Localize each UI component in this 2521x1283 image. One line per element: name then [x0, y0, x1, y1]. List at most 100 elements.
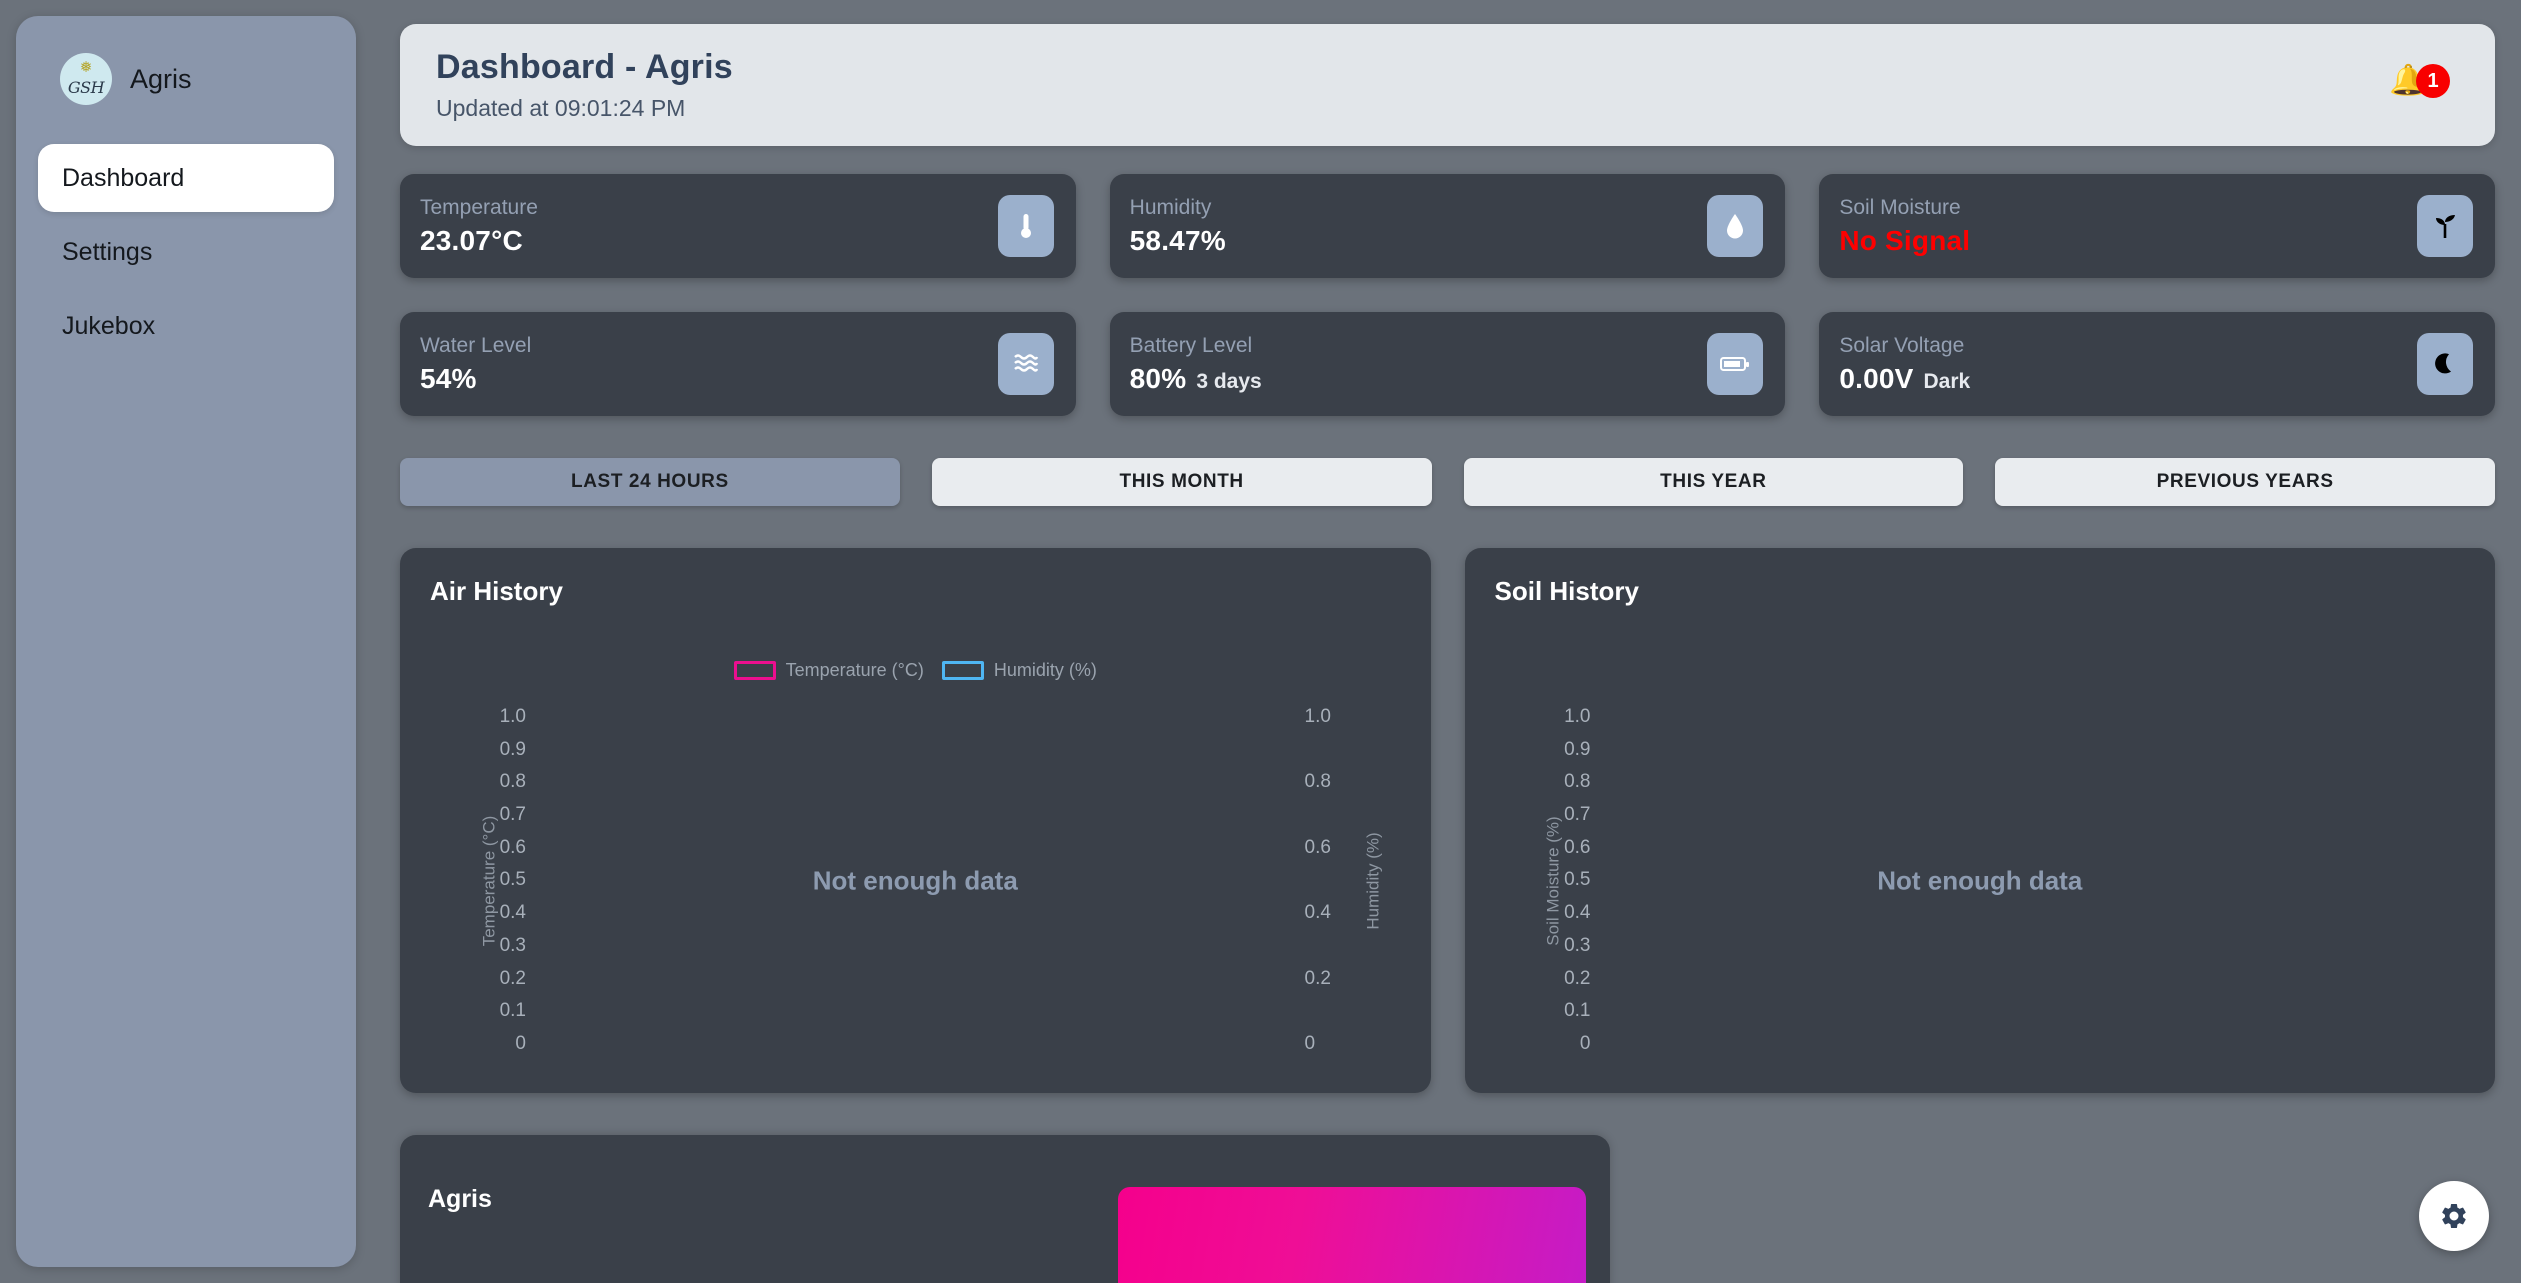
- y-tick: 1.0: [1564, 706, 1591, 727]
- tab-previous-years[interactable]: PREVIOUS YEARS: [1995, 458, 2495, 506]
- settings-fab-button[interactable]: [2419, 1181, 2489, 1251]
- time-range-tabs: LAST 24 HOURS THIS MONTH THIS YEAR PREVI…: [400, 458, 2495, 506]
- y-tick: 0.1: [1564, 1000, 1591, 1022]
- page-header: Dashboard - Agris Updated at 09:01:24 PM…: [400, 24, 2495, 146]
- y-tick: 0.4: [499, 902, 526, 924]
- chart-title: Air History: [430, 576, 563, 606]
- y2-tick: 0.2: [1304, 967, 1331, 989]
- app-root: ❅ GSH Agris Dashboard Settings Jukebox D…: [0, 0, 2521, 1283]
- brand: ❅ GSH Agris: [38, 50, 334, 108]
- soil-history-chart-card: Soil History Soil Moisture (%) 1.0 0.9 0…: [1464, 548, 2495, 1093]
- stat-card-label: Humidity: [1129, 195, 1212, 219]
- y2-tick: 1.0: [1304, 706, 1331, 727]
- sidebar-item-label: Dashboard: [62, 163, 185, 192]
- plant-sprout-icon: ❅: [79, 59, 93, 76]
- stat-card-value: 80%: [1129, 362, 1187, 394]
- stat-card-value: 54%: [420, 362, 477, 394]
- notification-badge: 1: [2416, 64, 2450, 98]
- sidebar: ❅ GSH Agris Dashboard Settings Jukebox: [16, 16, 356, 1267]
- stat-card-humidity: Humidity 58.47%: [1109, 174, 1786, 278]
- sidebar-item-jukebox[interactable]: Jukebox: [38, 292, 334, 360]
- charts-row: Air History Temperature (°C) Humidity (%…: [400, 548, 2495, 1093]
- legend-item-temperature[interactable]: Temperature (°C): [733, 660, 924, 681]
- stat-card-label: Battery Level: [1129, 333, 1253, 357]
- brand-name: Agris: [130, 63, 192, 94]
- stat-card-texts: Soil Moisture No Signal: [1839, 196, 1970, 257]
- stat-card-extra: Dark: [1923, 369, 1971, 393]
- y-tick: 1.0: [499, 706, 526, 727]
- y-tick: 0.4: [1564, 902, 1591, 924]
- air-history-plot: Temperature (°C) Humidity (%) 1.0 0.9 0.…: [430, 688, 1401, 1073]
- stat-card-texts: Solar Voltage 0.00V Dark: [1839, 334, 1970, 395]
- legend-item-humidity[interactable]: Humidity (%): [941, 660, 1097, 681]
- stat-card-value: No Signal: [1839, 224, 1971, 256]
- empty-state-message: Not enough data: [812, 865, 1018, 895]
- stat-card-value-row: 0.00V Dark: [1839, 363, 1970, 395]
- battery-icon: [1707, 333, 1764, 395]
- stat-card-temperature: Temperature 23.07°C: [400, 174, 1076, 278]
- stat-card-battery-level: Battery Level 80% 3 days: [1109, 312, 1786, 416]
- last-updated-text: Updated at 09:01:24 PM: [436, 95, 686, 121]
- player-title: Agris: [428, 1185, 492, 1213]
- stat-card-value: 0.00V: [1839, 362, 1914, 394]
- sidebar-item-dashboard[interactable]: Dashboard: [38, 144, 334, 212]
- stat-card-grid: Temperature 23.07°C Humidity 58.47% Soil…: [400, 174, 2495, 416]
- stat-card-label: Water Level: [420, 333, 532, 357]
- y-tick: 0.3: [499, 934, 526, 956]
- stat-card-value-row: 54%: [420, 363, 531, 395]
- y-tick: 0.8: [499, 771, 526, 793]
- y2-tick: 0.6: [1304, 836, 1331, 858]
- stat-card-extra: 3 days: [1196, 369, 1262, 393]
- moon-icon: [2417, 333, 2473, 395]
- tab-this-month[interactable]: THIS MONTH: [931, 458, 1432, 506]
- y-tick: 0.7: [1564, 804, 1591, 826]
- y2-tick: 0.4: [1304, 902, 1331, 924]
- stat-card-water-level: Water Level 54%: [400, 312, 1076, 416]
- air-history-chart-card: Air History Temperature (°C) Humidity (%…: [400, 548, 1431, 1093]
- y-tick: 0.7: [499, 804, 526, 826]
- stat-card-texts: Battery Level 80% 3 days: [1130, 334, 1262, 395]
- stat-card-value-row: 80% 3 days: [1130, 363, 1262, 395]
- y2-tick: 0.8: [1304, 771, 1331, 793]
- tab-last-24-hours[interactable]: LAST 24 HOURS: [400, 458, 900, 506]
- brand-logo: ❅ GSH: [60, 53, 112, 105]
- y-tick: 0.2: [499, 967, 526, 989]
- main-content: Dashboard - Agris Updated at 09:01:24 PM…: [400, 0, 2521, 1283]
- y-tick: 0.6: [1564, 836, 1591, 858]
- legend-label: Temperature (°C): [785, 660, 924, 680]
- sidebar-item-label: Jukebox: [62, 311, 156, 340]
- stat-card-value: 23.07°C: [420, 224, 523, 256]
- stat-card-value-row: 23.07°C: [420, 225, 538, 257]
- waves-icon: [997, 333, 1054, 395]
- legend-swatch: [733, 661, 776, 680]
- sidebar-item-label: Settings: [62, 237, 153, 266]
- sidebar-item-settings[interactable]: Settings: [38, 218, 334, 286]
- stat-card-label: Temperature: [420, 195, 538, 219]
- water-drop-icon: [1707, 195, 1764, 257]
- chart-title: Soil History: [1494, 576, 1639, 606]
- y-tick: 0.8: [1564, 771, 1591, 793]
- y-tick: 0.6: [499, 836, 526, 858]
- jukebox-player-panel: Agris: [400, 1135, 1610, 1283]
- y-tick: 0.9: [1564, 738, 1591, 760]
- stat-card-texts: Water Level 54%: [420, 334, 531, 395]
- seedling-icon: [2417, 195, 2473, 257]
- stat-card-label: Solar Voltage: [1839, 333, 1965, 357]
- y-tick: 0.1: [499, 1000, 526, 1022]
- stat-card-soil-moisture: Soil Moisture No Signal: [1819, 174, 2495, 278]
- y-tick: 0.2: [1564, 967, 1591, 989]
- stat-card-texts: Temperature 23.07°C: [420, 196, 538, 257]
- thermometer-icon: [997, 195, 1054, 257]
- stat-card-value-row: No Signal: [1839, 225, 1970, 257]
- page-title: Dashboard - Agris: [436, 48, 733, 86]
- stat-card-value: 58.47%: [1129, 224, 1226, 256]
- stat-card-texts: Humidity 58.47%: [1130, 196, 1226, 257]
- album-artwork: [1118, 1187, 1586, 1283]
- soil-history-plot: Soil Moisture (%) 1.0 0.9 0.8 0.7 0.6 0.…: [1495, 688, 2466, 1073]
- y2-tick: 0: [1304, 1032, 1316, 1054]
- tab-this-year[interactable]: THIS YEAR: [1463, 458, 1964, 506]
- y-tick: 0.3: [1564, 934, 1591, 956]
- gear-icon: [2442, 1203, 2466, 1229]
- notifications-button[interactable]: 🔔 1: [2389, 60, 2459, 110]
- stat-card-value-row: 58.47%: [1130, 225, 1226, 257]
